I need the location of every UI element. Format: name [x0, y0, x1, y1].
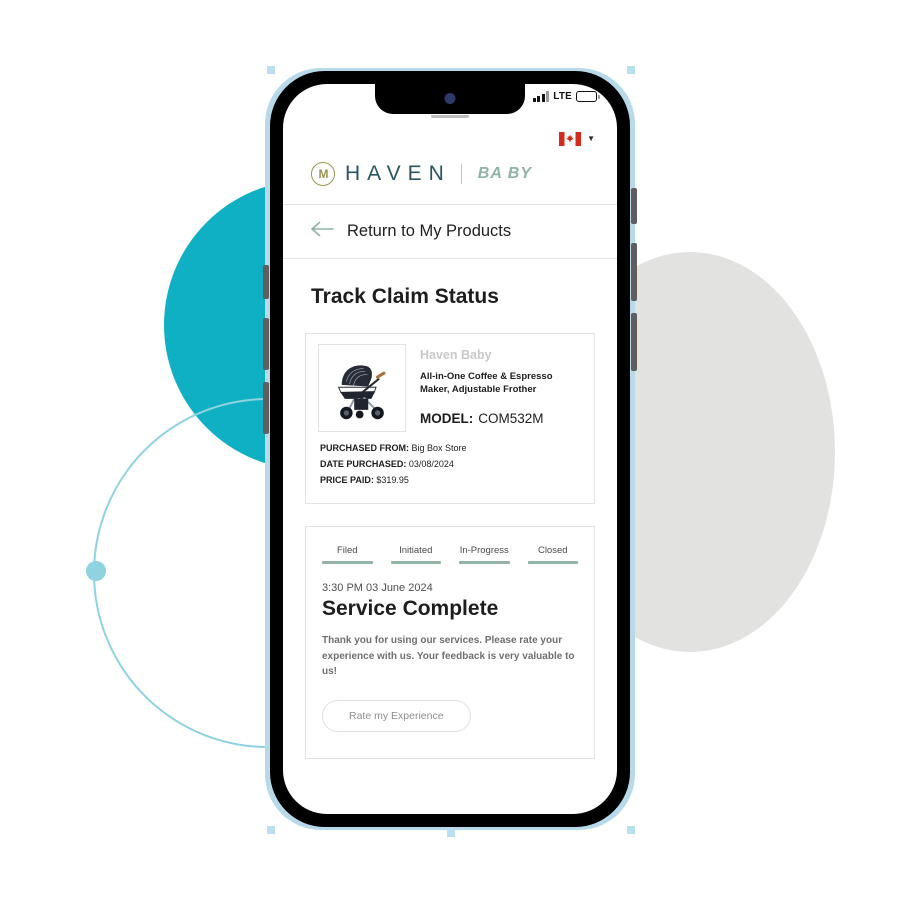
status-timestamp: 3:30 PM 03 June 2024 [322, 582, 433, 594]
brand-subname-text: BA BY [477, 165, 532, 182]
front-camera-icon [444, 93, 456, 104]
network-label: LTE [553, 91, 572, 102]
purchase-detail-row: DATE PURCHASED: 03/08/2024 [320, 459, 582, 469]
signal-bars-icon [532, 91, 550, 102]
haven-monogram-icon: M [311, 162, 335, 186]
product-model: MODEL: COM532M [420, 411, 582, 426]
model-label: MODEL: [420, 410, 474, 426]
back-navigation-bar[interactable]: Return to My Products [283, 205, 617, 258]
status-description: Thank you for using our services. Please… [322, 635, 575, 677]
claim-status-tabs: Filed Initiated In-Progress Closed [322, 545, 578, 564]
rate-experience-button[interactable]: Rate my Experience [322, 699, 471, 732]
purchase-detail-row: PURCHASED FROM: Big Box Store [320, 443, 582, 453]
tab-in-progress[interactable]: In-Progress [459, 545, 510, 564]
product-card: Haven Baby All-in-One Coffee & Espresso … [305, 333, 595, 504]
back-label[interactable]: Return to My Products [347, 222, 511, 241]
arrow-left-icon[interactable] [311, 221, 335, 242]
page-title: Track Claim Status [311, 285, 499, 308]
date-purchased-value: 03/08/2024 [408, 459, 454, 469]
tab-closed[interactable]: Closed [527, 545, 578, 564]
tab-underline [322, 561, 373, 564]
phone-side-button-top[interactable] [631, 188, 637, 224]
app-content: ▼ M HAVEN BA BY Return to My Products Tr… [283, 84, 617, 814]
tab-label: Initiated [399, 545, 433, 556]
phone-power-button[interactable] [631, 313, 637, 371]
price-paid-label: PRICE PAID: [320, 475, 374, 485]
canvas: LTE ▼ M HAVEN BA BY Return to My Product… [0, 0, 900, 900]
price-paid-value: $319.95 [376, 475, 409, 485]
tab-filed[interactable]: Filed [322, 545, 373, 564]
canada-flag-icon [559, 132, 582, 146]
selection-marker[interactable] [447, 829, 455, 837]
tab-underline [459, 561, 510, 564]
model-value: COM532M [478, 410, 544, 426]
purchase-detail-row: PRICE PAID: $319.95 [320, 475, 582, 485]
tab-label: Closed [537, 545, 568, 556]
tab-underline [390, 561, 441, 564]
selection-marker[interactable] [267, 66, 275, 74]
stroller-product-image [318, 344, 406, 432]
claim-status-card: Filed Initiated In-Progress Closed 3:30 … [305, 526, 595, 759]
chevron-down-icon[interactable]: ▼ [587, 135, 595, 143]
phone-mute-button[interactable] [263, 265, 269, 299]
phone-volume-down-button[interactable] [263, 382, 269, 434]
tab-label: Filed [336, 545, 358, 556]
date-purchased-label: DATE PURCHASED: [320, 459, 407, 469]
product-summary-row: Haven Baby All-in-One Coffee & Espresso … [318, 344, 582, 432]
phone-screen: LTE ▼ M HAVEN BA BY Return to My Product… [283, 84, 617, 814]
purchase-details: PURCHASED FROM: Big Box Store DATE PURCH… [318, 443, 582, 485]
tab-label: In-Progress [459, 545, 509, 556]
phone-side-button-mid[interactable] [631, 243, 637, 301]
status-bar: LTE [532, 91, 600, 102]
selection-marker[interactable] [267, 826, 275, 834]
battery-icon [576, 91, 600, 102]
selection-marker[interactable] [627, 66, 635, 74]
product-name: All-in-One Coffee & Espresso Maker, Adju… [420, 371, 553, 395]
phone-frame: LTE ▼ M HAVEN BA BY Return to My Product… [271, 72, 629, 826]
tab-underline [527, 561, 578, 564]
brand-logo[interactable]: M HAVEN BA BY [283, 146, 617, 204]
purchased-from-label: PURCHASED FROM: [320, 443, 409, 453]
selection-marker[interactable] [627, 826, 635, 834]
logo-divider [460, 164, 462, 184]
circle-dot-decoration [86, 561, 106, 581]
locale-selector[interactable]: ▼ [283, 118, 617, 146]
home-indicator [431, 115, 469, 118]
product-info: Haven Baby All-in-One Coffee & Espresso … [420, 344, 582, 432]
phone-volume-up-button[interactable] [263, 318, 269, 370]
brand-name-text: HAVEN [345, 162, 451, 185]
product-brand: Haven Baby [420, 348, 492, 362]
purchased-from-value: Big Box Store [411, 443, 467, 453]
status-heading: Service Complete [322, 597, 499, 620]
tab-initiated[interactable]: Initiated [390, 545, 441, 564]
